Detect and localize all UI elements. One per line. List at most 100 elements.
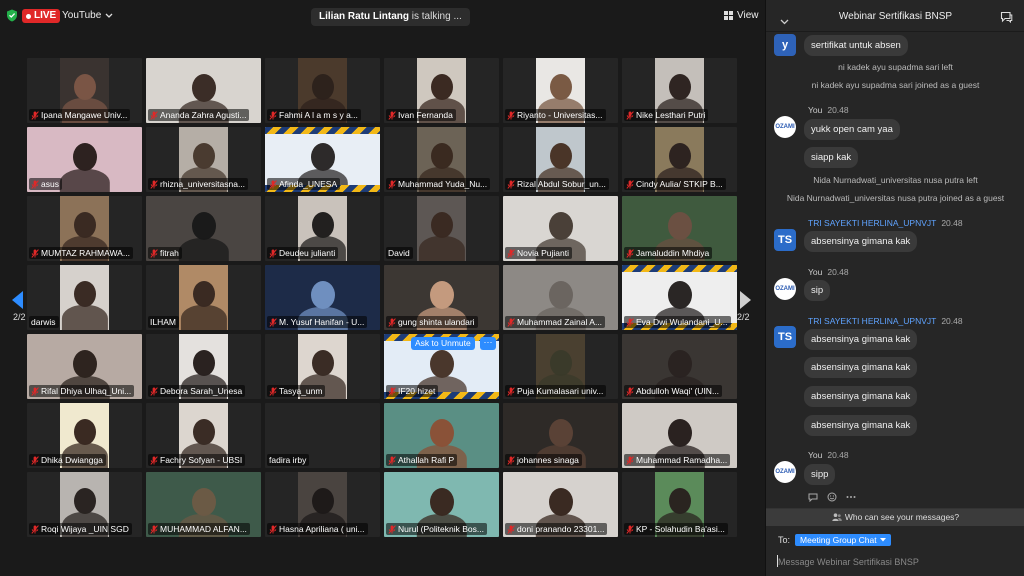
participant-name-label: MUMTAZ RAHMAWA... <box>29 247 133 259</box>
participant-tile[interactable]: Ivan Fernanda <box>384 58 499 123</box>
avatar: OZAMI <box>774 278 796 300</box>
participant-face <box>548 281 573 309</box>
mic-muted-icon <box>388 455 396 465</box>
participant-tile[interactable]: Puja Kumalasari univ... <box>503 334 618 399</box>
participant-name-label: Eva Dwi Wulandani_U... <box>624 316 731 328</box>
participant-tile[interactable]: Cindy Aulia/ STKIP B... <box>622 127 737 192</box>
participant-tile[interactable]: Hasna Apriliana ( uni... <box>265 472 380 537</box>
participant-tile[interactable]: Nurul (Politeknik Bos... <box>384 472 499 537</box>
mic-muted-icon <box>150 524 158 534</box>
participant-name: Athallah Rafi P <box>398 455 455 465</box>
participant-tile[interactable]: Muhammad Yuda_Nu... <box>384 127 499 192</box>
participant-name: Riyanto - Universitas... <box>517 110 603 120</box>
participant-tile[interactable]: doni pranando 23301... <box>503 472 618 537</box>
participant-face <box>548 212 573 240</box>
participant-face <box>429 419 454 447</box>
chat-panel: Webinar Sertifikasi BNSP y sertifikat un… <box>765 0 1024 576</box>
mic-muted-icon <box>507 179 515 189</box>
reply-icon[interactable] <box>808 493 818 502</box>
participant-name-label: rhizna_universitasna... <box>148 178 249 190</box>
participant-tile[interactable]: rhizna_universitasna... <box>146 127 261 192</box>
participant-face <box>73 419 96 445</box>
participant-tile[interactable]: Dhika Dwiangga <box>27 403 142 468</box>
participant-tile[interactable]: Nike Lesthari Putri <box>622 58 737 123</box>
participant-tile[interactable]: Ipana Mangawe Univ... <box>27 58 142 123</box>
participant-face <box>310 143 335 171</box>
shield-icon[interactable] <box>6 9 18 22</box>
participant-tile[interactable]: Deudeu julianti <box>265 196 380 261</box>
chat-message-input[interactable] <box>778 554 1013 570</box>
participant-tile[interactable]: IF20 hizet Ask to Unmute ··· <box>384 334 499 399</box>
view-button[interactable]: View <box>724 10 759 21</box>
participant-tile[interactable]: asus <box>27 127 142 192</box>
participant-face <box>548 419 573 447</box>
more-options-icon[interactable] <box>846 495 856 499</box>
participant-tile[interactable]: Debora Sarah_Unesa <box>146 334 261 399</box>
participant-tile[interactable]: Rizal Abdul Sobur_un... <box>503 127 618 192</box>
chat-message[interactable]: yukk open cam yaa <box>804 119 900 140</box>
participant-tile[interactable]: Roqi Wijaya _UIN SGD <box>27 472 142 537</box>
participant-tile[interactable]: MUMTAZ RAHMAWA... <box>27 196 142 261</box>
chat-message[interactable]: sip <box>804 280 831 301</box>
chat-message[interactable]: absensinya gimana kak <box>804 329 918 350</box>
participant-tile[interactable]: Muhammad Ramadha... <box>622 403 737 468</box>
participant-tile[interactable]: ILHAM <box>146 265 261 330</box>
participant-tile[interactable]: johannes sinaga <box>503 403 618 468</box>
mic-muted-icon <box>150 179 158 189</box>
emoji-icon[interactable] <box>827 492 837 502</box>
chat-message[interactable]: sipp <box>804 464 836 485</box>
who-can-see-button[interactable]: Who can see your messages? <box>766 509 1024 526</box>
chat-message[interactable]: absensinya gimana kak <box>804 415 918 436</box>
mic-muted-icon <box>150 455 158 465</box>
participant-face <box>667 419 692 447</box>
chat-sender: TRI SAYEKTI HERLINA_UPNVJT 20.48 <box>808 316 963 326</box>
participant-tile[interactable]: Muhammad Zainal A... <box>503 265 618 330</box>
participant-tile[interactable]: M. Yusuf Hanifan - U... <box>265 265 380 330</box>
ask-to-unmute-button[interactable]: Ask to Unmute <box>411 337 475 350</box>
system-message: Nida Nurnadwati_universitas nusa putra j… <box>786 193 1005 203</box>
stream-platform-dropdown[interactable]: YouTube <box>62 10 113 21</box>
live-badge[interactable]: LIVE <box>22 9 61 23</box>
participant-tile[interactable]: fitrah <box>146 196 261 261</box>
participant-tile[interactable]: Abdulloh Waqi' (UIN... <box>622 334 737 399</box>
participant-tile[interactable]: Eva Dwi Wulandani_U... <box>622 265 737 330</box>
participant-more-button[interactable]: ··· <box>480 337 496 350</box>
chat-message-list[interactable]: y sertifikat untuk absen ni kadek ayu su… <box>766 32 1024 510</box>
participant-tile[interactable]: MUHAMMAD ALFAN... <box>146 472 261 537</box>
chat-message[interactable]: absensinya gimana kak <box>804 231 918 252</box>
participant-tile[interactable]: Rifal Dhiya Ulhaq_Uni... <box>27 334 142 399</box>
popout-chat-button[interactable] <box>1000 10 1013 28</box>
participant-face <box>73 488 96 514</box>
participant-name: Ipana Mangawe Univ... <box>41 110 128 120</box>
participant-tile[interactable]: gung shinta ulandari <box>384 265 499 330</box>
participant-tile[interactable]: Jamaluddin Mhdiya <box>622 196 737 261</box>
chat-message[interactable]: absensinya gimana kak <box>804 386 918 407</box>
chat-message[interactable]: siapp kak <box>804 147 859 168</box>
participant-tile[interactable]: Fahmi A l a m s y a... <box>265 58 380 123</box>
participant-name: Rifal Dhiya Ulhaq_Uni... <box>41 386 132 396</box>
mic-muted-icon <box>626 317 634 327</box>
participant-tile[interactable]: darwis <box>27 265 142 330</box>
participant-tile[interactable]: Athallah Rafi P <box>384 403 499 468</box>
participant-name-label: asus <box>29 178 62 190</box>
participant-tile[interactable]: Tasya_unm <box>265 334 380 399</box>
participant-tile[interactable]: KP - Solahudin Ba'asi... <box>622 472 737 537</box>
participant-body <box>59 169 110 192</box>
participant-tile[interactable]: Afinda_UNESA <box>265 127 380 192</box>
virtual-background-stripe <box>265 127 380 134</box>
participant-name-label: Tasya_unm <box>267 385 326 397</box>
participant-face <box>430 74 453 100</box>
meeting-topbar: LIVE YouTube Lilian Ratu Lintang is talk… <box>0 0 765 32</box>
participant-name-label: Puja Kumalasari univ... <box>505 385 607 397</box>
mic-muted-icon <box>269 179 277 189</box>
participant-tile[interactable]: Fachry Sofyan - UBSI <box>146 403 261 468</box>
chat-message[interactable]: sertifikat untuk absen <box>804 35 908 56</box>
participant-tile[interactable]: Novia Pujianti <box>503 196 618 261</box>
recipient-select[interactable]: Meeting Group Chat <box>795 534 891 546</box>
chat-message[interactable]: absensinya gimana kak <box>804 357 918 378</box>
participant-tile[interactable]: David <box>384 196 499 261</box>
page-indicator-left: 2/2 <box>13 312 26 322</box>
participant-tile[interactable]: fadira irby <box>265 403 380 468</box>
participant-tile[interactable]: Ananda Zahra Agusti... <box>146 58 261 123</box>
participant-tile[interactable]: Riyanto - Universitas... <box>503 58 618 123</box>
